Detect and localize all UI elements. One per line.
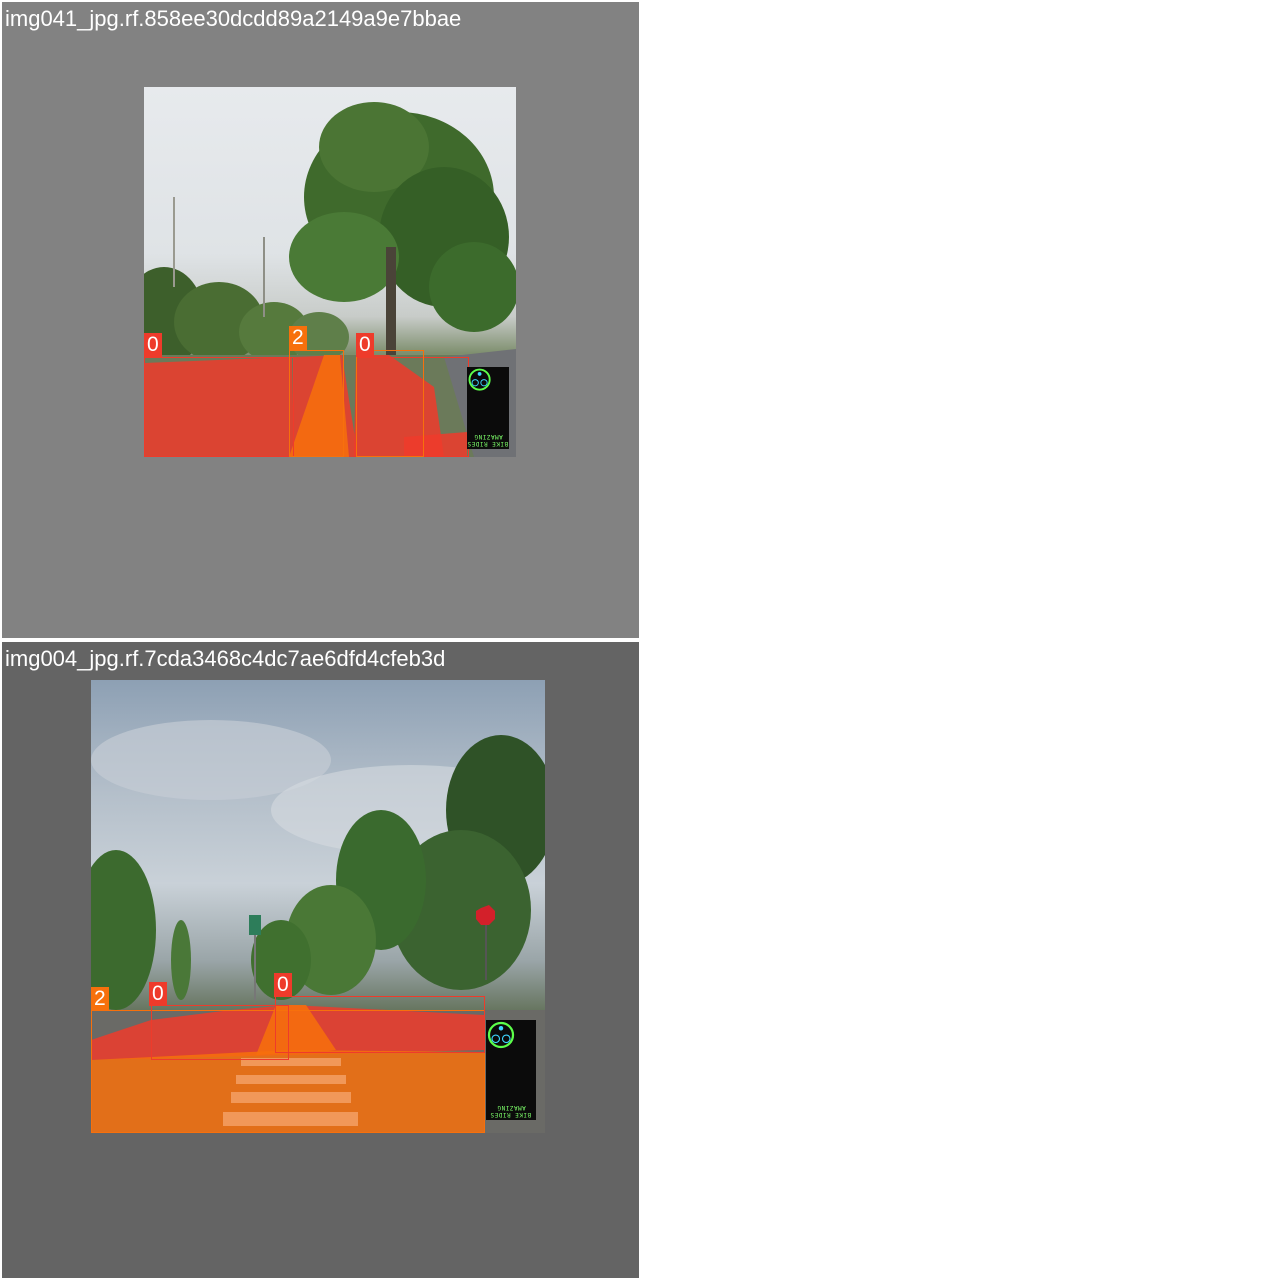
tile-2-photo: AMAZING BIKE RIDES <box>91 680 545 1133</box>
bbox-class-2-right <box>356 350 424 457</box>
logo-text-line-2: BIKE RIDES <box>467 440 509 447</box>
amazing-bike-rides-logo: AMAZING BIKE RIDES <box>467 367 509 449</box>
tree-canopy <box>289 102 516 332</box>
image-tile-2: img004_jpg.rf.7cda3468c4dc7ae6dfd4cfeb3d <box>2 642 639 1278</box>
logo-text-line-1: AMAZING <box>496 1104 526 1111</box>
bbox-class-0-right <box>275 996 485 1053</box>
class-tag-0-left: 0 <box>144 333 162 357</box>
bbox-class-2-path <box>289 350 344 457</box>
class-tag-0-right: 0 <box>356 333 374 357</box>
tile-1-photo: AMAZING BIKE RIDES <box>144 87 516 457</box>
tree-trunk <box>386 247 396 357</box>
tile-1-filename: img041_jpg.rf.858ee30dcdd89a2149a9e7bbae <box>5 6 462 31</box>
bicycle-icon <box>468 368 491 391</box>
class-tag-2-road: 2 <box>91 987 109 1011</box>
tile-2-filename: img004_jpg.rf.7cda3468c4dc7ae6dfd4cfeb3d <box>5 646 446 671</box>
class-tag-0-left: 0 <box>149 982 167 1006</box>
class-tag-2-path: 2 <box>289 326 307 350</box>
bbox-class-0-left <box>151 1005 289 1060</box>
bbox-class-0-left <box>144 357 294 457</box>
logo-text-line-2: BIKE RIDES <box>490 1111 532 1118</box>
bicycle-icon <box>487 1021 515 1049</box>
image-tile-1: img041_jpg.rf.858ee30dcdd89a2149a9e7bbae <box>2 2 639 638</box>
class-tag-0-right: 0 <box>274 973 292 997</box>
amazing-bike-rides-logo: AMAZING BIKE RIDES <box>486 1020 536 1120</box>
logo-text-line-1: AMAZING <box>473 433 503 440</box>
